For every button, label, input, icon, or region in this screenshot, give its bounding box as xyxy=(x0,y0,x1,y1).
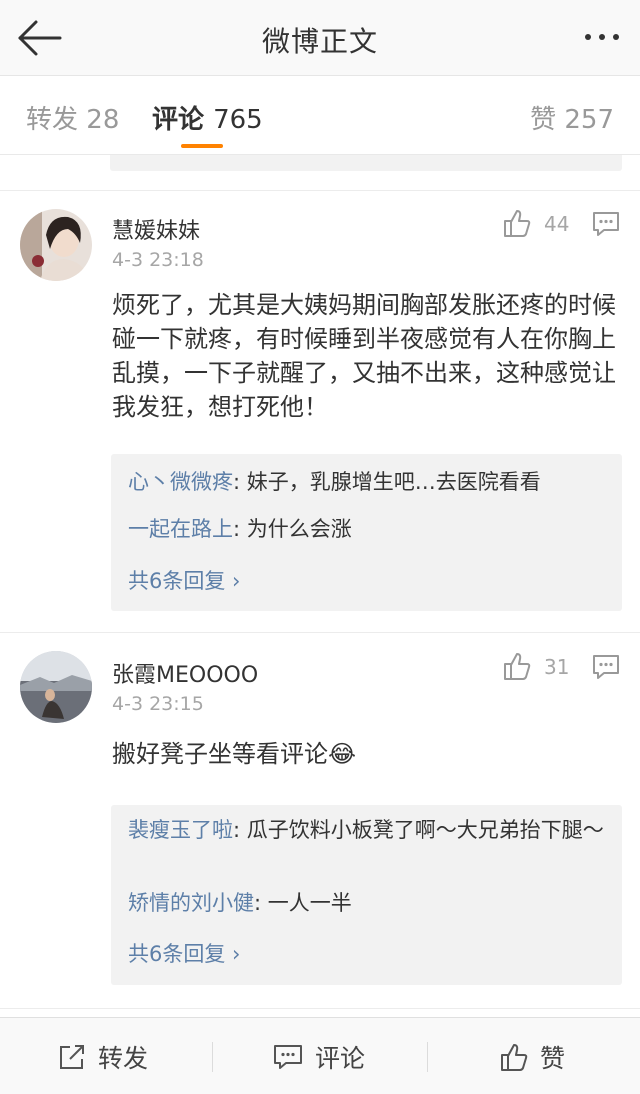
reply-bubble-icon[interactable] xyxy=(592,210,620,238)
reply-item: 一起在路上: 为什么会涨 xyxy=(128,514,608,544)
tab-like-count: 257 xyxy=(564,105,614,135)
comment-time: 4-3 23:15 xyxy=(112,693,204,715)
comment-bubble-icon xyxy=(274,1044,302,1069)
comment-text: 搬好凳子坐等看评论😂 xyxy=(112,740,357,768)
thumbs-up-icon[interactable] xyxy=(503,208,531,238)
previous-replies-card-edge xyxy=(110,155,622,171)
reply-item: 裴瘦玉了啦: 瓜子饮料小板凳了啊～大兄弟抬下腿～ xyxy=(128,815,608,845)
reply-text: : 妹子，乳腺增生吧…去医院看看 xyxy=(233,470,541,494)
avatar[interactable] xyxy=(20,651,92,723)
share-icon xyxy=(60,1044,84,1069)
reply-author[interactable]: 心丶微微疼 xyxy=(128,470,233,494)
reply-bubble-icon[interactable] xyxy=(592,653,620,681)
reply-author[interactable]: 一起在路上 xyxy=(128,517,233,541)
like-count: 44 xyxy=(544,212,570,236)
tab-bar: 转发 28 评论 765 赞 257 xyxy=(0,77,640,155)
like-count: 31 xyxy=(544,655,570,679)
reply-author[interactable]: 矫情的刘小健 xyxy=(128,891,254,915)
reply-item: 矫情的刘小健: 一人一半 xyxy=(128,888,608,918)
tab-comment[interactable]: 评论 765 xyxy=(152,99,263,136)
reply-text: : 为什么会涨 xyxy=(233,517,352,541)
thumbs-up-icon[interactable] xyxy=(503,651,531,681)
tab-comment-count: 765 xyxy=(213,105,263,135)
comment-time: 4-3 23:18 xyxy=(112,249,204,271)
comment-button-label: 评论 xyxy=(315,1043,366,1073)
replies-card[interactable]: 裴瘦玉了啦: 瓜子饮料小板凳了啊～大兄弟抬下腿～ 矫情的刘小健: 一人一半 共6… xyxy=(111,805,622,985)
divider xyxy=(212,1042,213,1072)
comment-item: 慧媛妹妹 4-3 23:18 44 烦死了，尤其是大姨妈期间胸部发胀还疼的时候碰… xyxy=(0,191,640,632)
more-dots-icon[interactable] xyxy=(582,27,622,47)
divider xyxy=(0,1008,640,1009)
tab-repost-count: 28 xyxy=(86,105,120,135)
view-all-replies-link[interactable]: 共6条回复 › xyxy=(128,938,240,968)
reply-author[interactable]: 裴瘦玉了啦 xyxy=(128,818,233,842)
replies-card[interactable]: 心丶微微疼: 妹子，乳腺增生吧…去医院看看 一起在路上: 为什么会涨 共6条回复… xyxy=(111,454,622,611)
avatar[interactable] xyxy=(20,209,92,281)
repost-button[interactable]: 转发 xyxy=(58,1018,148,1094)
bottom-action-bar: 转发 评论 赞 xyxy=(0,1017,640,1094)
reply-text: : 瓜子饮料小板凳了啊～大兄弟抬下腿～ xyxy=(233,818,604,842)
comment-author[interactable]: 慧媛妹妹 xyxy=(112,213,200,245)
comment-text: 烦死了，尤其是大姨妈期间胸部发胀还疼的时候碰一下就疼，有时候睡到半夜感觉有人在你… xyxy=(112,291,616,421)
top-nav-bar: 微博正文 xyxy=(0,0,640,76)
comment-button[interactable]: 评论 xyxy=(273,1018,365,1094)
like-button-label: 赞 xyxy=(540,1043,566,1073)
tab-like-label: 赞 xyxy=(530,105,557,135)
comment-author[interactable]: 张霞MEOOOO xyxy=(112,657,258,689)
reply-text: : 一人一半 xyxy=(254,891,352,915)
avatar-image xyxy=(20,651,92,723)
tab-repost-label: 转发 xyxy=(26,105,79,135)
thumbs-up-icon xyxy=(501,1043,528,1071)
tab-like[interactable]: 赞 257 xyxy=(530,99,614,136)
avatar-image xyxy=(20,209,92,281)
view-all-replies-link[interactable]: 共6条回复 › xyxy=(128,565,240,595)
repost-button-label: 转发 xyxy=(98,1043,149,1073)
like-button[interactable]: 赞 xyxy=(500,1018,565,1094)
previous-comment-edge xyxy=(0,155,640,191)
active-tab-indicator xyxy=(181,144,223,148)
comment-item: 张霞MEOOOO 4-3 23:15 31 搬好凳子坐等看评论😂 裴瘦玉了啦: … xyxy=(0,633,640,1008)
reply-item: 心丶微微疼: 妹子，乳腺增生吧…去医院看看 xyxy=(128,467,608,497)
page-title: 微博正文 xyxy=(261,25,378,58)
tab-repost[interactable]: 转发 28 xyxy=(26,99,119,136)
tab-comment-label: 评论 xyxy=(152,105,205,135)
divider xyxy=(427,1042,428,1072)
